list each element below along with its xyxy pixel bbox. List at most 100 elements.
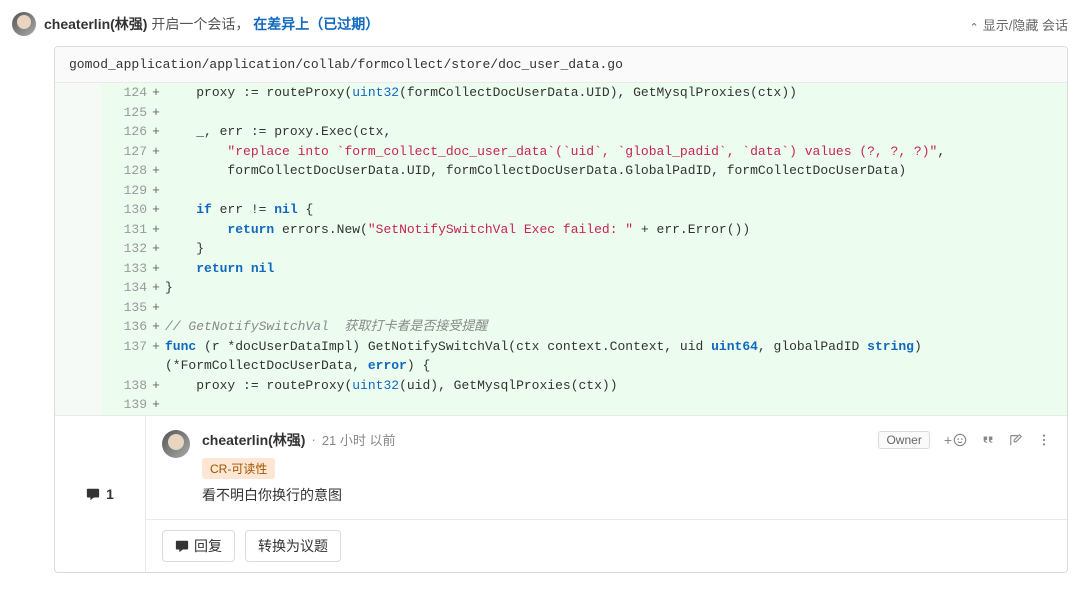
comment-author[interactable]: cheaterlin(林强) (202, 430, 305, 450)
comment-body: 看不明白你换行的意图 (202, 485, 1051, 505)
diff-sign: + (147, 376, 165, 396)
more-icon[interactable] (1037, 433, 1051, 447)
code-line: 128+ formCollectDocUserData.UID, formCol… (55, 161, 1067, 181)
new-line-number[interactable]: 127 (101, 142, 147, 162)
file-path[interactable]: gomod_application/application/collab/for… (55, 47, 1067, 83)
code-line: 134+} (55, 278, 1067, 298)
code-content[interactable] (165, 298, 1067, 318)
diff-sign: + (147, 220, 165, 240)
new-line-number[interactable]: 139 (101, 395, 147, 415)
old-line-number (55, 83, 101, 103)
code-content[interactable]: "replace into `form_collect_doc_user_dat… (165, 142, 1067, 162)
speech-bubble-icon (175, 539, 189, 553)
old-line-number (55, 337, 101, 376)
comment-section: 1 cheaterlin(林强) · 21 小时 以前 Owner + (55, 415, 1067, 572)
reply-button[interactable]: 回复 (162, 530, 235, 562)
code-line: 135+ (55, 298, 1067, 318)
code-content[interactable] (165, 181, 1067, 201)
new-line-number[interactable]: 125 (101, 103, 147, 123)
code-line: 137+func (r *docUserDataImpl) GetNotifyS… (55, 337, 1067, 376)
old-line-number (55, 122, 101, 142)
code-line: 125+ (55, 103, 1067, 123)
old-line-number (55, 239, 101, 259)
avatar[interactable] (12, 12, 36, 36)
diff-sign: + (147, 83, 165, 103)
new-line-number[interactable]: 138 (101, 376, 147, 396)
quote-icon[interactable] (981, 433, 995, 447)
code-content[interactable]: return errors.New("SetNotifySwitchVal Ex… (165, 220, 1067, 240)
diff-sign: + (147, 122, 165, 142)
new-line-number[interactable]: 131 (101, 220, 147, 240)
diff-sign: + (147, 395, 165, 415)
old-line-number (55, 161, 101, 181)
new-line-number[interactable]: 134 (101, 278, 147, 298)
code-diff-table: 124+ proxy := routeProxy(uint32(formColl… (55, 83, 1067, 415)
comment-card: cheaterlin(林强) · 21 小时 以前 Owner + (146, 416, 1067, 519)
code-content[interactable] (165, 395, 1067, 415)
code-content[interactable]: } (165, 278, 1067, 298)
diff-sign: + (147, 142, 165, 162)
owner-badge: Owner (878, 431, 929, 449)
code-line: 133+ return nil (55, 259, 1067, 279)
new-line-number[interactable]: 135 (101, 298, 147, 318)
new-line-number[interactable]: 133 (101, 259, 147, 279)
new-line-number[interactable]: 132 (101, 239, 147, 259)
comment-count: 1 (55, 416, 145, 572)
code-content[interactable]: _, err := proxy.Exec(ctx, (165, 122, 1067, 142)
new-line-number[interactable]: 129 (101, 181, 147, 201)
code-content[interactable]: proxy := routeProxy(uint32(uid), GetMysq… (165, 376, 1067, 396)
code-content[interactable]: proxy := routeProxy(uint32(formCollectDo… (165, 83, 1067, 103)
new-line-number[interactable]: 130 (101, 200, 147, 220)
diff-sign: + (147, 298, 165, 318)
avatar[interactable] (162, 430, 190, 458)
old-line-number (55, 200, 101, 220)
code-line: 131+ return errors.New("SetNotifySwitchV… (55, 220, 1067, 240)
reply-bar: 回复 转换为议题 (146, 519, 1067, 572)
new-line-number[interactable]: 126 (101, 122, 147, 142)
old-line-number (55, 220, 101, 240)
old-line-number (55, 181, 101, 201)
diff-link[interactable]: 在差异上（已过期） (253, 16, 379, 32)
speech-bubble-icon (86, 487, 100, 501)
old-line-number (55, 142, 101, 162)
chevron-up-icon (970, 17, 979, 32)
old-line-number (55, 259, 101, 279)
code-line: 124+ proxy := routeProxy(uint32(formColl… (55, 83, 1067, 103)
code-content[interactable]: } (165, 239, 1067, 259)
code-content[interactable]: return nil (165, 259, 1067, 279)
old-line-number (55, 103, 101, 123)
diff-sign: + (147, 278, 165, 298)
old-line-number (55, 317, 101, 337)
diff-sign: + (147, 103, 165, 123)
convert-to-issue-button[interactable]: 转换为议题 (245, 530, 341, 562)
code-line: 126+ _, err := proxy.Exec(ctx, (55, 122, 1067, 142)
code-line: 138+ proxy := routeProxy(uint32(uid), Ge… (55, 376, 1067, 396)
toggle-thread-button[interactable]: 显示/隐藏 会话 (970, 15, 1068, 34)
new-line-number[interactable]: 136 (101, 317, 147, 337)
diff-sign: + (147, 161, 165, 181)
thread-action: 开启一个会话， (147, 16, 249, 32)
new-line-number[interactable]: 137 (101, 337, 147, 376)
old-line-number (55, 376, 101, 396)
old-line-number (55, 278, 101, 298)
code-content[interactable] (165, 103, 1067, 123)
diff-box: gomod_application/application/collab/for… (54, 46, 1068, 573)
new-line-number[interactable]: 124 (101, 83, 147, 103)
diff-sign: + (147, 259, 165, 279)
thread-header: cheaterlin(林强) 开启一个会话， 在差异上（已过期） 显示/隐藏 会… (12, 8, 1068, 46)
thread-author[interactable]: cheaterlin(林强) (44, 16, 147, 32)
old-line-number (55, 298, 101, 318)
code-content[interactable]: if err != nil { (165, 200, 1067, 220)
code-line: 139+ (55, 395, 1067, 415)
diff-sign: + (147, 317, 165, 337)
code-content[interactable]: func (r *docUserDataImpl) GetNotifySwitc… (165, 337, 1067, 376)
comment-tag[interactable]: CR-可读性 (202, 458, 275, 479)
diff-sign: + (147, 181, 165, 201)
code-content[interactable]: // GetNotifySwitchVal 获取打卡者是否接受提醒 (165, 317, 1067, 337)
new-line-number[interactable]: 128 (101, 161, 147, 181)
code-line: 132+ } (55, 239, 1067, 259)
diff-sign: + (147, 200, 165, 220)
code-content[interactable]: formCollectDocUserData.UID, formCollectD… (165, 161, 1067, 181)
edit-icon[interactable] (1009, 433, 1023, 447)
add-reaction-button[interactable]: + (944, 432, 967, 448)
